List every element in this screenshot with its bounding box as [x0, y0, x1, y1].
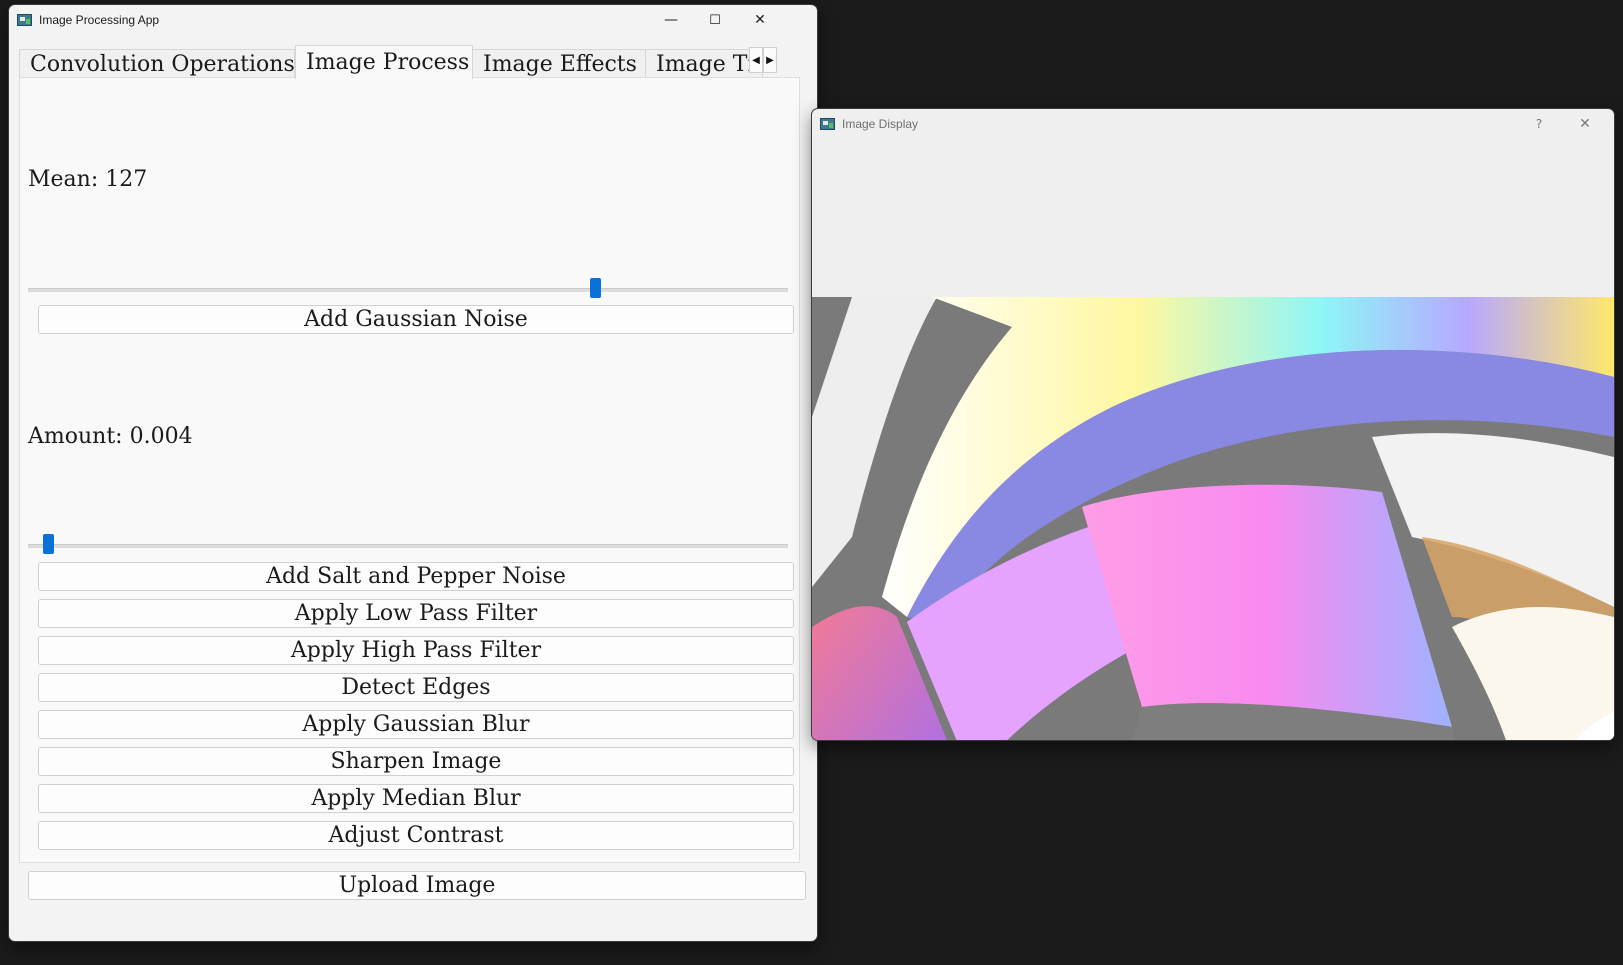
add-salt-pepper-noise-button[interactable]: Add Salt and Pepper Noise	[38, 562, 794, 591]
tab-convolution-operations[interactable]: Convolution Operations	[19, 49, 295, 78]
amount-label: Amount: 0.004	[28, 424, 193, 449]
image-process-panel	[19, 77, 800, 863]
slider-groove	[28, 288, 788, 292]
sharpen-image-button[interactable]: Sharpen Image	[38, 747, 794, 776]
tab-image-process[interactable]: Image Process	[295, 45, 473, 79]
apply-median-blur-button[interactable]: Apply Median Blur	[38, 784, 794, 813]
mean-label: Mean: 127	[28, 167, 148, 192]
apply-high-pass-filter-button[interactable]: Apply High Pass Filter	[38, 636, 794, 665]
detect-edges-button[interactable]: Detect Edges	[38, 673, 794, 702]
slider-groove	[28, 544, 788, 548]
tab-image-transform[interactable]: Image Tr	[645, 49, 763, 78]
tab-image-effects[interactable]: Image Effects	[472, 49, 646, 78]
amount-slider[interactable]	[28, 534, 788, 558]
adjust-contrast-button[interactable]: Adjust Contrast	[38, 821, 794, 850]
slider-handle[interactable]	[590, 278, 601, 298]
processed-image	[812, 297, 1614, 740]
minimize-button[interactable]: —	[648, 5, 694, 35]
abstract-image-graphic	[812, 297, 1614, 740]
add-gaussian-noise-button[interactable]: Add Gaussian Noise	[38, 305, 794, 334]
window-title: Image Display	[842, 117, 919, 131]
tab-bar: Convolution Operations Image Process Ima…	[19, 45, 799, 79]
apply-gaussian-blur-button[interactable]: Apply Gaussian Blur	[38, 710, 794, 739]
upload-image-button[interactable]: Upload Image	[28, 871, 806, 900]
main-window: Image Processing App — ☐ ✕ Convolution O…	[9, 5, 817, 941]
window-title: Image Processing App	[39, 13, 160, 27]
maximize-button[interactable]: ☐	[692, 5, 738, 35]
title-bar[interactable]: Image Processing App — ☐ ✕	[9, 5, 817, 35]
tab-scroll-left-button[interactable]: ◀	[749, 47, 763, 73]
image-display-window: Image Display ? ✕	[812, 109, 1614, 740]
app-icon	[820, 117, 836, 131]
app-icon	[17, 13, 33, 27]
apply-low-pass-filter-button[interactable]: Apply Low Pass Filter	[38, 599, 794, 628]
tab-scroll-right-button[interactable]: ▶	[763, 47, 777, 73]
slider-handle[interactable]	[43, 534, 54, 554]
close-button[interactable]: ✕	[1562, 109, 1608, 139]
help-button[interactable]: ?	[1516, 109, 1562, 139]
title-bar[interactable]: Image Display ? ✕	[812, 109, 1614, 139]
mean-slider[interactable]	[28, 278, 788, 302]
close-button[interactable]: ✕	[737, 5, 783, 35]
